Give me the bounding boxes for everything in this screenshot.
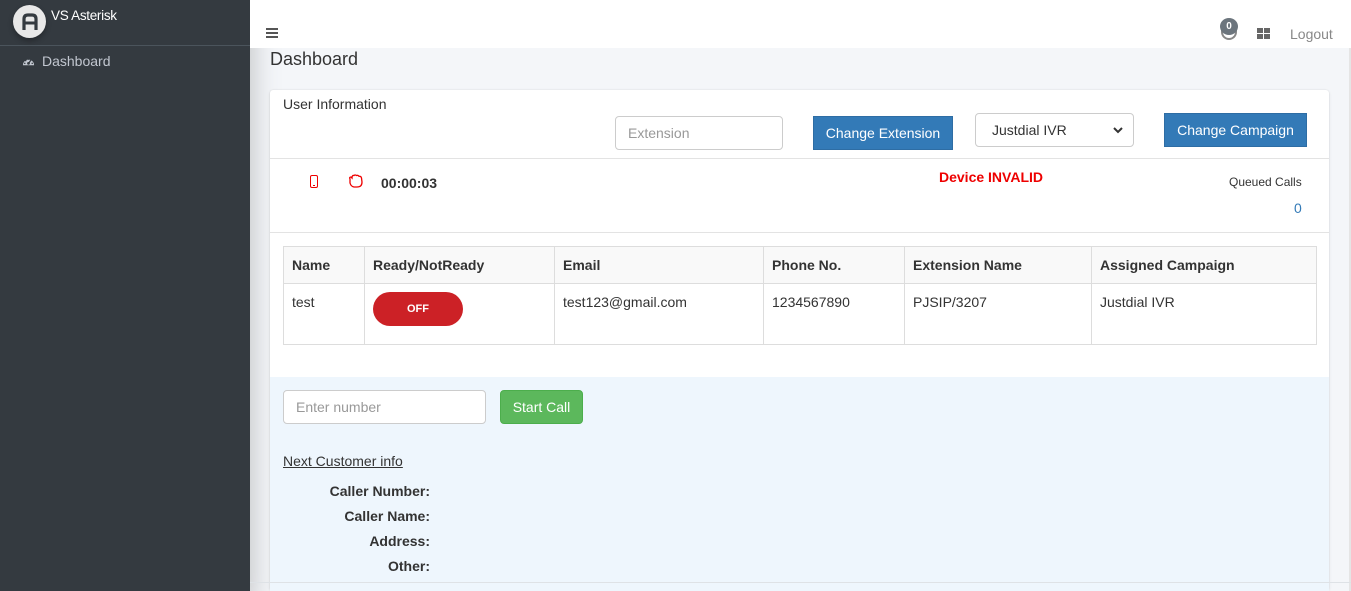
cell-extension: PJSIP/3207 [904,283,1092,345]
column-header-name: Name [283,246,365,284]
logout-link[interactable]: Logout [1290,26,1333,42]
divider [270,232,1329,233]
brand[interactable]: VS Asterisk [0,0,250,46]
sidebar: VS Asterisk Dashboard [0,0,250,591]
brand-logo-icon [13,5,46,38]
footer-divider [250,582,1351,583]
sidebar-item-dashboard[interactable]: Dashboard [0,50,250,72]
address-label: Address: [369,533,430,549]
hand-paper-icon [349,174,363,188]
other-label: Other: [388,558,430,574]
user-table: Name Ready/NotReady Email Phone No. Exte… [283,246,1317,345]
cell-phone: 1234567890 [763,283,905,345]
cell-email: test123@gmail.com [554,283,764,345]
menu-toggle-icon[interactable] [266,28,278,38]
apps-grid-icon[interactable] [1257,28,1270,40]
column-header-email: Email [554,246,764,284]
start-call-button[interactable]: Start Call [500,390,583,424]
tachometer-icon [22,57,35,65]
next-customer-info-link[interactable]: Next Customer info [283,453,403,469]
caller-name-label: Caller Name: [344,508,430,524]
brand-name: VS Asterisk [51,8,117,23]
cell-name: test [283,283,365,345]
notification-badge: 0 [1220,18,1238,35]
user-information-card: User Information Change Extension Justdi… [270,90,1329,591]
table-header-row: Name Ready/NotReady Email Phone No. Exte… [283,246,1317,284]
cell-ready: OFF [364,283,555,345]
card-title: User Information [283,96,387,112]
column-header-campaign: Assigned Campaign [1091,246,1317,284]
table-row: test OFF test123@gmail.com 1234567890 PJ… [283,283,1317,345]
call-panel: Start Call Next Customer info Caller Num… [270,377,1329,591]
ready-toggle[interactable]: OFF [373,292,463,326]
change-extension-button[interactable]: Change Extension [813,116,953,150]
column-header-phone: Phone No. [763,246,905,284]
divider [270,158,1329,159]
call-timer: 00:00:03 [381,175,438,191]
column-header-extension: Extension Name [904,246,1092,284]
top-navbar: 0 Logout [250,0,1351,48]
queued-calls-count: 0 [1294,200,1302,216]
cell-campaign: Justdial IVR [1091,283,1317,345]
queued-calls-label: Queued Calls [1229,175,1302,189]
phone-number-input[interactable] [283,390,486,424]
campaign-select-value: Justdial IVR [992,122,1067,138]
change-campaign-button[interactable]: Change Campaign [1164,113,1307,147]
mobile-phone-icon [310,175,318,188]
device-status: Device INVALID [939,169,1043,185]
sidebar-item-label: Dashboard [42,53,111,69]
notifications-button[interactable]: 0 [1219,18,1239,40]
page-title: Dashboard [270,49,359,69]
campaign-select[interactable]: Justdial IVR [975,113,1134,147]
extension-input[interactable] [615,116,783,150]
column-header-ready: Ready/NotReady [364,246,555,284]
caller-number-label: Caller Number: [329,483,430,499]
chevron-down-icon [1113,126,1123,133]
